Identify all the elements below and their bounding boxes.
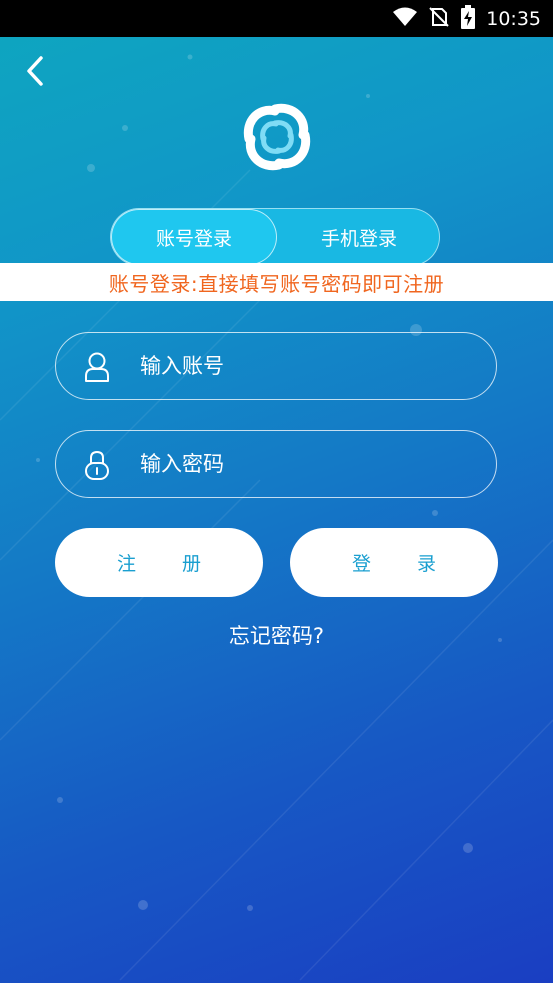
notice-banner: 账号登录:直接填写账号密码即可注册 <box>0 263 553 301</box>
login-mode-tabs: 账号登录 手机登录 <box>110 208 440 266</box>
forgot-password-link[interactable]: 忘记密码? <box>0 620 553 650</box>
login-screen: 10:35 账号登录 手机登录 账号登录:直接填写账号密码即可注册 输入账号 注… <box>0 0 553 983</box>
password-field <box>55 430 497 498</box>
lock-icon <box>85 450 109 480</box>
register-button[interactable]: 注 册 <box>55 528 263 597</box>
notice-text: 账号登录:直接填写账号密码即可注册 <box>108 271 445 296</box>
app-logo <box>243 103 311 171</box>
account-field <box>55 332 497 400</box>
status-bar: 10:35 <box>0 0 553 37</box>
battery-charging-icon <box>460 4 476 33</box>
status-time: 10:35 <box>486 7 541 30</box>
user-icon <box>85 352 109 382</box>
tab-phone-login[interactable]: 手机登录 <box>277 209 441 265</box>
tab-account-login[interactable]: 账号登录 <box>111 209 277 265</box>
chevron-left-icon <box>27 56 43 86</box>
back-button[interactable] <box>18 53 52 89</box>
wifi-icon <box>392 7 418 31</box>
password-input[interactable] <box>140 431 470 497</box>
login-button[interactable]: 登 录 <box>290 528 498 597</box>
no-sim-icon <box>428 6 450 32</box>
account-input[interactable] <box>140 333 470 399</box>
